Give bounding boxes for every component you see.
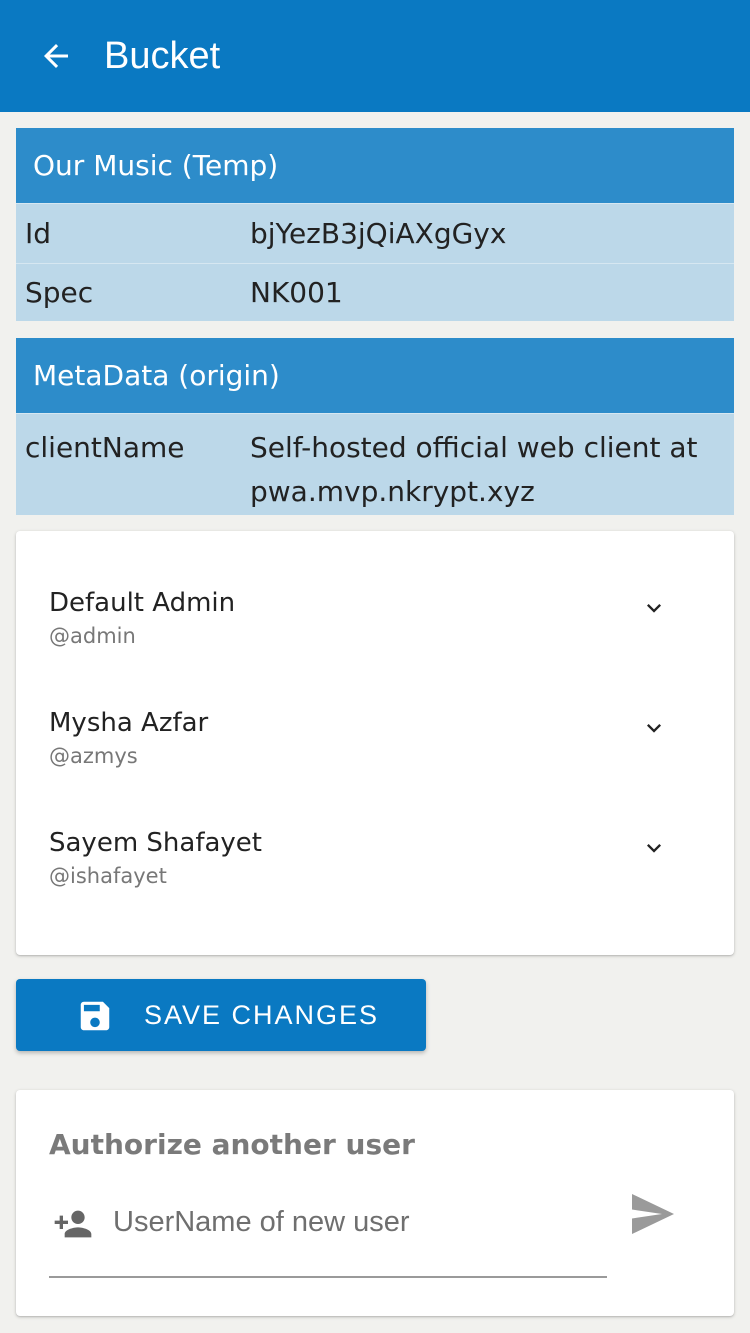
page-title: Bucket (104, 35, 221, 77)
app-bar: Bucket (0, 0, 750, 112)
arrow-left-icon (44, 44, 68, 68)
info-key: Spec (25, 276, 94, 309)
floppy-disk-icon (80, 1001, 110, 1031)
user-item[interactable]: Sayem Shafayet @ishafayet (16, 826, 734, 946)
person-add-icon (54, 1210, 92, 1238)
send-icon (632, 1194, 674, 1234)
metadata-table: MetaData (origin) clientName Self-hosted… (16, 338, 734, 515)
user-name: Default Admin (49, 588, 236, 618)
chevron-down-icon[interactable] (640, 594, 668, 622)
user-item[interactable]: Mysha Azfar @azmys (16, 706, 734, 826)
authorize-title: Authorize another user (49, 1128, 415, 1161)
info-key: clientName (25, 431, 185, 464)
username-input[interactable] (113, 1202, 593, 1242)
authorized-users-card: Default Admin @admin Mysha Azfar @azmys … (16, 531, 734, 955)
user-handle: @azmys (49, 744, 138, 768)
back-button[interactable] (32, 32, 80, 80)
chevron-down-icon[interactable] (640, 714, 668, 742)
chevron-down-icon[interactable] (640, 834, 668, 862)
info-row-id: Id bjYezB3jQiAXgGyx (16, 203, 734, 263)
username-field (49, 1190, 607, 1278)
bucket-info-table: Our Music (Temp) Id bjYezB3jQiAXgGyx Spe… (16, 128, 734, 321)
info-row-spec: Spec NK001 (16, 263, 734, 321)
save-changes-label: SAVE CHANGES (144, 1000, 380, 1030)
user-name: Mysha Azfar (49, 708, 209, 738)
user-handle: @ishafayet (49, 864, 167, 888)
info-row-clientname: clientName Self-hosted official web clie… (16, 413, 734, 515)
info-key: Id (25, 217, 52, 250)
bucket-info-header: Our Music (Temp) (16, 128, 734, 203)
info-value: Self-hosted official web client at pwa.m… (250, 431, 698, 508)
user-item[interactable]: Default Admin @admin (16, 586, 734, 706)
save-changes-button[interactable]: SAVE CHANGES (16, 979, 426, 1051)
user-name: Sayem Shafayet (49, 828, 262, 858)
info-value: NK001 (250, 276, 343, 309)
authorize-user-card: Authorize another user (16, 1090, 734, 1316)
user-handle: @admin (49, 624, 136, 648)
metadata-header: MetaData (origin) (16, 338, 734, 413)
send-button[interactable] (626, 1190, 682, 1238)
info-value: bjYezB3jQiAXgGyx (250, 217, 507, 250)
